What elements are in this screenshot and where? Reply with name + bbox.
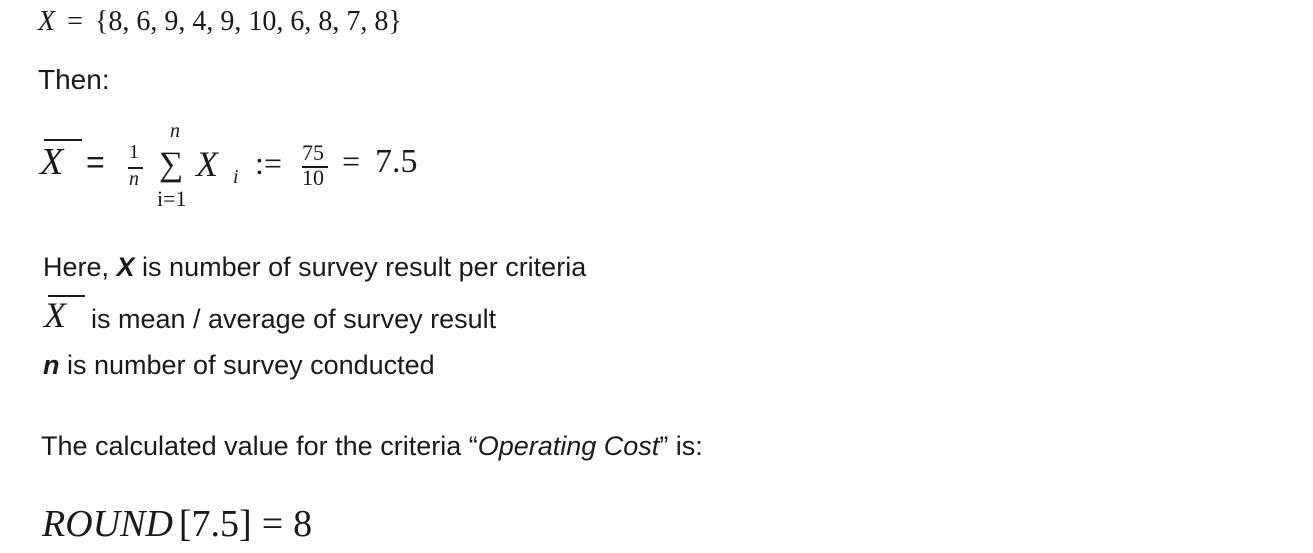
xbar-symbol: X — [44, 295, 66, 335]
round-result: ROUND [7.5] = 8 — [42, 502, 312, 546]
sum-symbol: ∑ — [159, 146, 184, 183]
set-values: {8, 6, 9, 4, 9, 10, 6, 8, 7, 8} — [94, 6, 402, 37]
total-numerator: 75 — [302, 140, 324, 165]
x-symbol: X — [116, 252, 135, 282]
xbar-overbar — [48, 295, 85, 297]
fraction-denominator: n — [129, 168, 139, 190]
summand-subscript: i — [233, 166, 239, 188]
sum-lower-limit: i=1 — [157, 186, 187, 211]
mean-lhs-symbol: X — [40, 141, 64, 183]
summand-symbol: X — [196, 144, 218, 184]
calc-prefix: The calculated value for the criteria “ — [41, 431, 478, 461]
round-equals: = — [261, 503, 284, 545]
calc-suffix: ” is: — [659, 431, 703, 461]
set-variable: X — [38, 6, 56, 37]
then-label: Then: — [38, 64, 110, 95]
mean-result: 7.5 — [375, 143, 418, 180]
n-symbol: n — [43, 350, 60, 380]
round-argument: [7.5] — [178, 503, 252, 545]
fraction-numerator: 1 — [129, 141, 139, 163]
xbar-description: is mean / average of survey result — [91, 304, 497, 334]
assign-operator: := — [255, 145, 282, 181]
round-function: ROUND — [42, 503, 173, 545]
set-equals: = — [67, 6, 83, 37]
x-description: is number of survey result per criteria — [134, 252, 587, 282]
mean-equals: = — [86, 144, 105, 180]
mean-overbar — [44, 139, 82, 141]
round-value: 8 — [293, 503, 313, 545]
here-prefix: Here, — [43, 252, 117, 282]
n-explanation: n is number of survey conducted — [43, 350, 435, 381]
result-equals: = — [342, 143, 361, 179]
criteria-name: Operating Cost — [477, 431, 660, 461]
total-denominator: 10 — [302, 165, 324, 190]
sum-upper-limit: n — [170, 120, 180, 142]
set-definition: X = {8, 6, 9, 4, 9, 10, 6, 8, 7, 8} — [38, 6, 402, 38]
x-explanation: Here, X is number of survey result per c… — [43, 252, 586, 283]
calculated-value-line: The calculated value for the criteria “O… — [41, 431, 703, 462]
n-description: is number of survey conducted — [59, 350, 435, 380]
